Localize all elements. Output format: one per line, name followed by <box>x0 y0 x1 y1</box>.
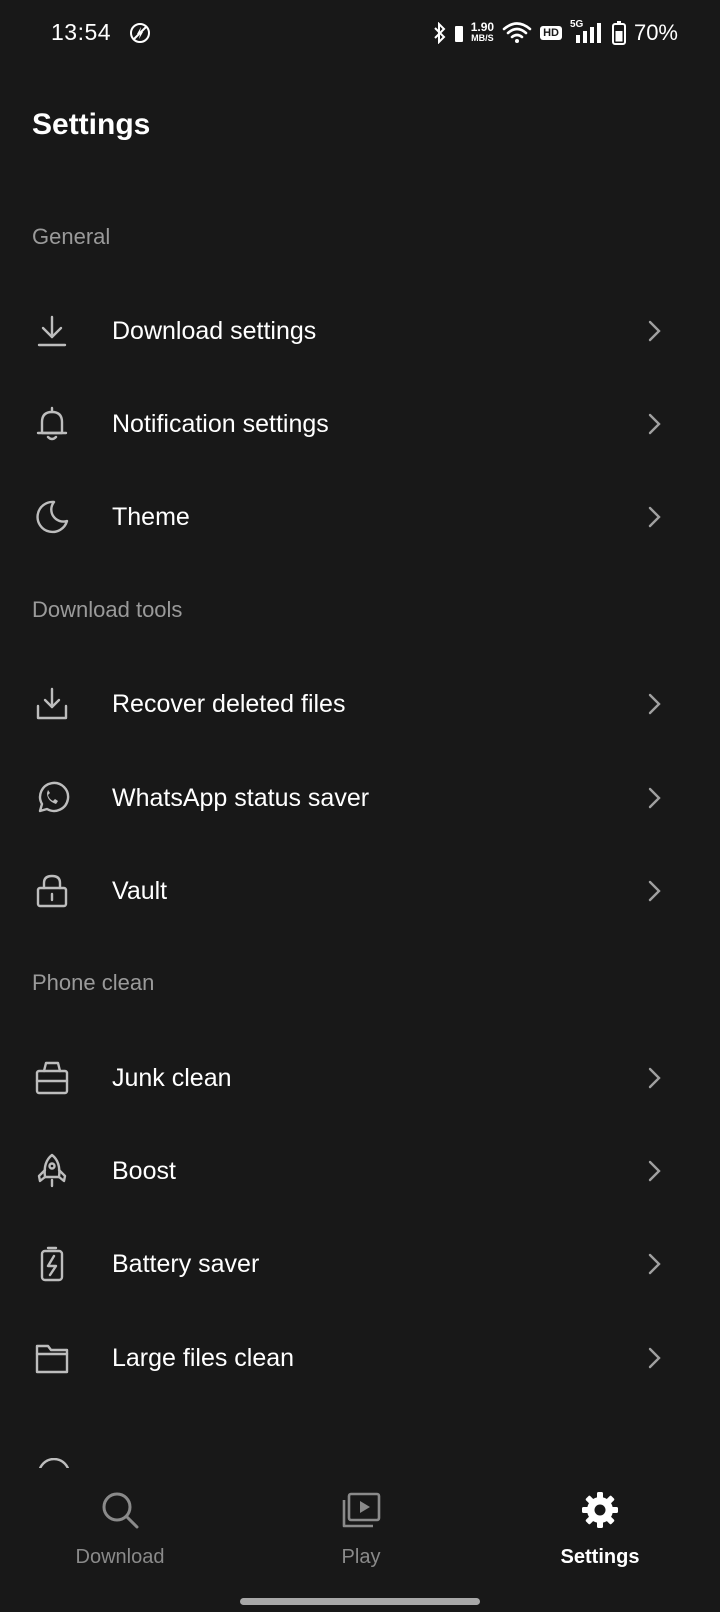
chevron-right-icon <box>648 787 661 809</box>
chevron-right-icon <box>648 693 661 715</box>
settings-row-notification-settings[interactable]: Notification settings <box>0 376 720 472</box>
cell-signal-icon: 5G <box>570 19 604 45</box>
status-bar: 13:54 1.90 MB/S HD 5G 70% <box>0 0 720 66</box>
settings-row-battery-saver[interactable]: Battery saver <box>0 1216 720 1312</box>
chevron-right-icon <box>648 320 661 342</box>
battery-icon <box>34 1246 70 1282</box>
home-indicator[interactable] <box>240 1598 480 1605</box>
tray-download-icon <box>34 686 70 722</box>
download-icon <box>34 313 70 349</box>
status-icons: 1.90 MB/S HD 5G 70% <box>433 18 678 48</box>
chevron-right-icon <box>648 1347 661 1369</box>
page-title: Settings <box>32 108 151 141</box>
lock-icon <box>34 873 70 909</box>
settings-row-download-settings[interactable]: Download settings <box>0 283 720 379</box>
basket-icon <box>34 1060 70 1096</box>
nav-item-play[interactable]: Play <box>281 1468 441 1578</box>
settings-row-boost[interactable]: Boost <box>0 1123 720 1219</box>
settings-row-label: Large files clean <box>112 1344 295 1372</box>
whatsapp-icon <box>34 780 70 816</box>
network-speed: 1.90 MB/S <box>470 20 495 43</box>
section-header-download-tools: Download tools <box>32 597 183 622</box>
chevron-right-icon <box>648 1253 661 1275</box>
nav-item-settings[interactable]: Settings <box>520 1468 680 1578</box>
settings-row-label: Recover deleted files <box>112 690 346 718</box>
section-header-general: General <box>32 224 111 249</box>
settings-row-label: Theme <box>112 503 190 531</box>
hd-badge: HD <box>540 26 562 40</box>
battery-status-icon <box>611 21 626 45</box>
gear-icon <box>582 1492 618 1528</box>
settings-row-vault[interactable]: Vault <box>0 843 720 939</box>
nav-label-download: Download <box>75 1546 165 1568</box>
settings-row-label: Boost <box>112 1157 176 1185</box>
bottom-nav: Download Play Settings <box>0 1468 720 1612</box>
rocket-icon <box>34 1153 70 1189</box>
wifi-icon <box>502 22 532 43</box>
folder-icon <box>34 1340 70 1376</box>
nav-label-play: Play <box>341 1546 381 1568</box>
settings-row-label: Battery saver <box>112 1250 260 1278</box>
battery-percent: 70% <box>633 20 678 45</box>
settings-row-label: Notification settings <box>112 410 329 438</box>
chevron-right-icon <box>648 506 661 528</box>
bluetooth-icon <box>433 22 446 44</box>
chevron-right-icon <box>648 880 661 902</box>
play-icon <box>342 1492 381 1528</box>
chevron-right-icon <box>648 413 661 435</box>
sync-off-icon <box>130 23 150 43</box>
settings-row-label: WhatsApp status saver <box>112 784 370 812</box>
settings-row-junk-clean[interactable]: Junk clean <box>0 1030 720 1126</box>
search-icon <box>102 1492 139 1529</box>
settings-row-whatsapp-status-saver[interactable]: WhatsApp status saver <box>0 750 720 846</box>
moon-icon <box>34 499 70 535</box>
status-time: 13:54 <box>51 19 112 45</box>
nav-label-settings: Settings <box>560 1546 640 1568</box>
vibrate-battery-icon <box>454 26 463 42</box>
section-header-phone-clean: Phone clean <box>32 970 155 995</box>
nav-item-download[interactable]: Download <box>40 1468 200 1578</box>
settings-row-theme[interactable]: Theme <box>0 469 720 565</box>
chevron-right-icon <box>648 1067 661 1089</box>
bell-icon <box>34 406 70 442</box>
settings-row-recover-deleted-files[interactable]: Recover deleted files <box>0 656 720 752</box>
chevron-right-icon <box>648 1160 661 1182</box>
settings-row-label: Vault <box>112 877 168 905</box>
settings-row-label: Download settings <box>112 317 317 345</box>
settings-row-large-files-clean[interactable]: Large files clean <box>0 1310 720 1406</box>
settings-row-label: Junk clean <box>112 1064 232 1092</box>
